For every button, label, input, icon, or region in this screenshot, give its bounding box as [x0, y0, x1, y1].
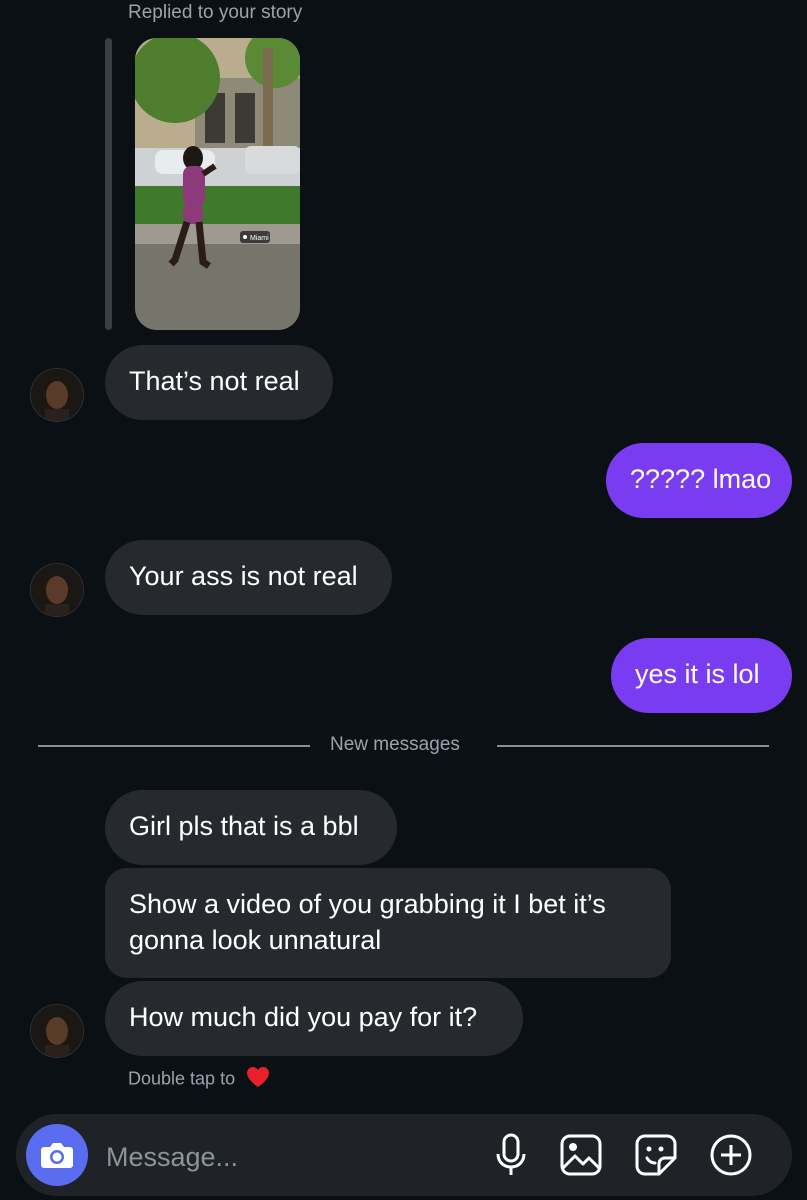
message-input[interactable] — [104, 1136, 488, 1178]
new-messages-divider: New messages — [330, 734, 460, 755]
double-tap-label: Double tap to — [128, 1068, 236, 1089]
divider-line-right — [497, 745, 769, 747]
message-bubble-received[interactable]: That’s not real — [105, 345, 333, 420]
double-tap-hint: Double tap to — [128, 1066, 270, 1093]
message-bubble-sent[interactable]: ????? lmao — [606, 443, 792, 518]
location-tag: Miami — [250, 235, 269, 242]
avatar-image — [31, 1005, 83, 1057]
message-bubble-received[interactable]: Show a video of you grabbing it I bet it… — [105, 868, 671, 978]
avatar[interactable] — [30, 563, 84, 617]
camera-button[interactable] — [26, 1124, 88, 1186]
avatar[interactable] — [30, 1004, 84, 1058]
microphone-icon[interactable] — [488, 1132, 534, 1178]
gallery-icon[interactable] — [558, 1132, 604, 1178]
message-bubble-received[interactable]: Girl pls that is a bbl — [105, 790, 397, 865]
add-icon[interactable] — [708, 1132, 754, 1178]
avatar-image — [31, 564, 83, 616]
avatar[interactable] — [30, 368, 84, 422]
divider-line-left — [38, 745, 310, 747]
message-bubble-received[interactable]: Your ass is not real — [105, 540, 392, 615]
story-thumbnail[interactable]: Miami — [135, 38, 300, 330]
heart-icon — [246, 1066, 270, 1093]
story-reply-bar — [105, 38, 112, 330]
story-reply-label: Replied to your story — [128, 2, 303, 23]
story-image: Miami — [135, 38, 300, 330]
message-composer — [16, 1114, 792, 1196]
avatar-image — [31, 369, 83, 421]
message-bubble-sent[interactable]: yes it is lol — [611, 638, 792, 713]
sticker-icon[interactable] — [633, 1132, 679, 1178]
camera-icon — [41, 1143, 73, 1168]
message-bubble-received[interactable]: How much did you pay for it? — [105, 981, 523, 1056]
